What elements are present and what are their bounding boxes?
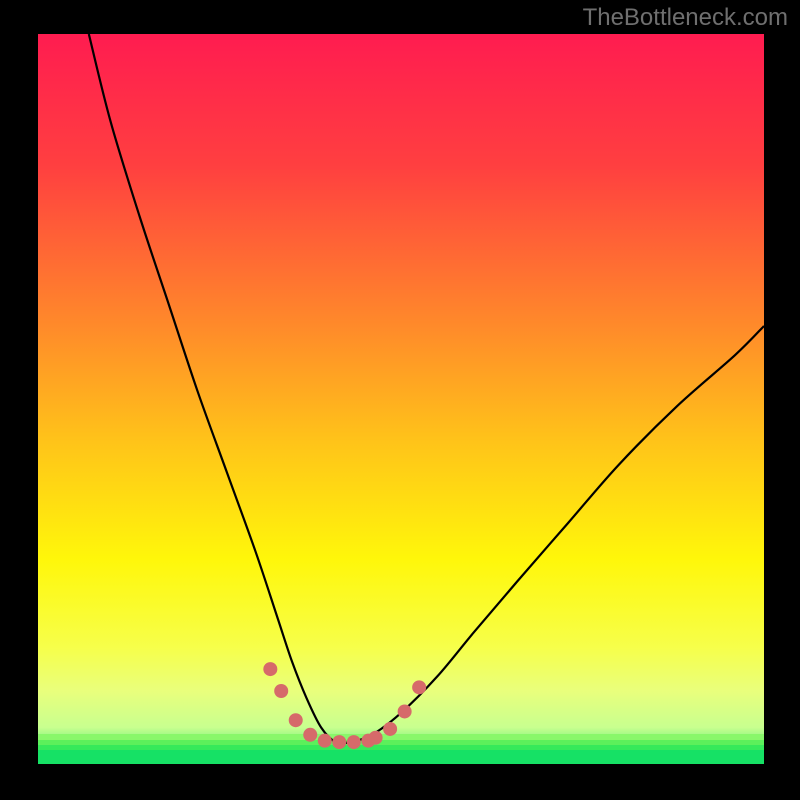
marker-point xyxy=(318,734,332,748)
marker-point xyxy=(263,662,277,676)
marker-point xyxy=(398,704,412,718)
marker-point xyxy=(412,680,426,694)
watermark-text: TheBottleneck.com xyxy=(583,4,788,32)
marker-point xyxy=(274,684,288,698)
root-frame: TheBottleneck.com xyxy=(0,0,800,800)
bottleneck-curve-path xyxy=(89,34,764,744)
marker-point xyxy=(383,722,397,736)
marker-point xyxy=(303,728,317,742)
marker-point xyxy=(347,735,361,749)
marker-point xyxy=(332,735,346,749)
marker-point xyxy=(369,731,383,745)
plot-area xyxy=(38,34,764,764)
chart-svg xyxy=(38,34,764,764)
marker-point xyxy=(289,713,303,727)
